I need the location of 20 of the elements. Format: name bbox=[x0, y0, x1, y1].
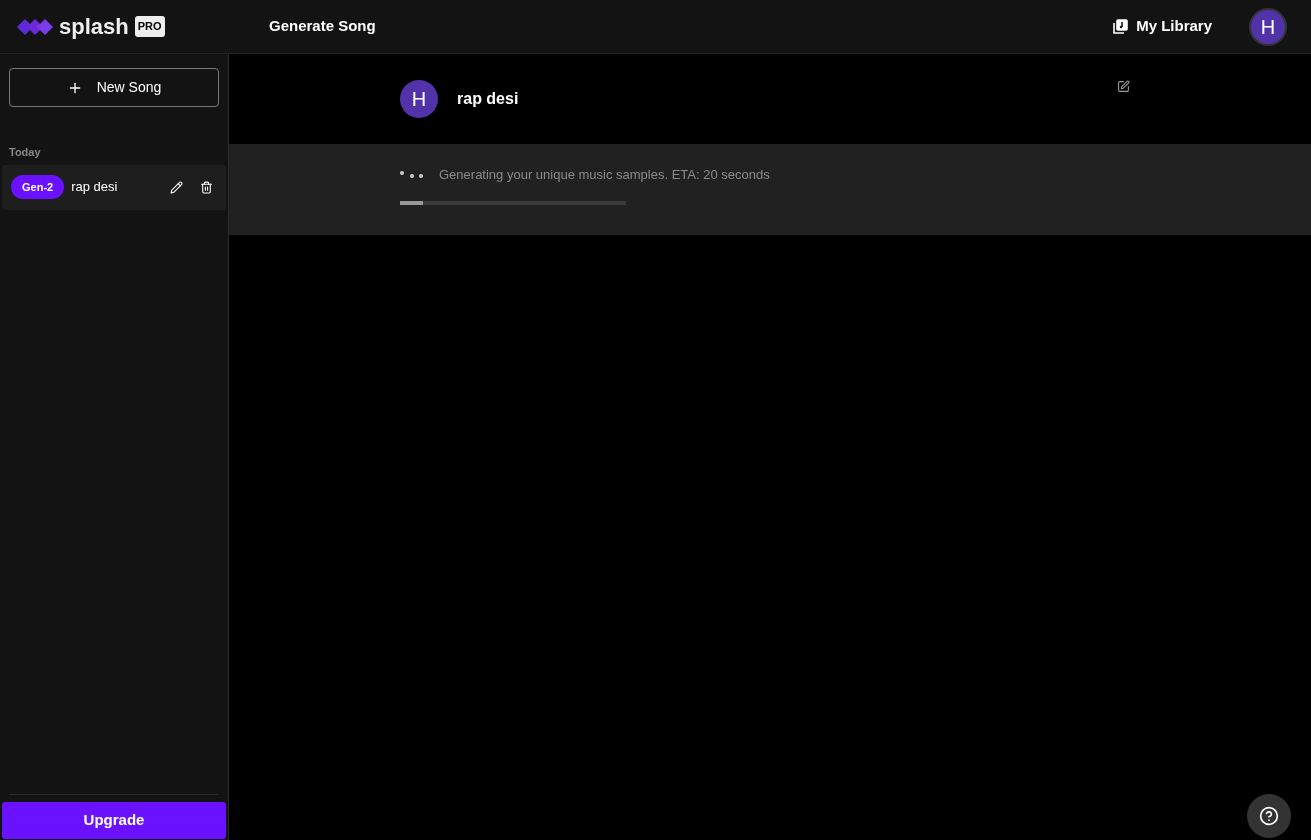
edit-icon[interactable] bbox=[1117, 80, 1130, 93]
upgrade-button[interactable]: Upgrade bbox=[2, 802, 226, 839]
user-avatar[interactable]: H bbox=[1249, 7, 1287, 46]
help-button[interactable] bbox=[1247, 794, 1291, 838]
brand-name: splash bbox=[59, 15, 129, 38]
song-heading: rap desi bbox=[457, 89, 520, 109]
logo-icon bbox=[17, 16, 53, 37]
section-label: Today bbox=[9, 145, 41, 160]
song-avatar: H bbox=[400, 80, 438, 118]
song-title: rap desi bbox=[71, 178, 119, 197]
progress-message: Generating your unique music samples. ETA: 20 seconds bbox=[439, 166, 770, 184]
music-library-icon bbox=[1112, 18, 1129, 35]
pro-badge: PRO bbox=[134, 16, 165, 37]
new-song-button[interactable]: New Song bbox=[9, 68, 219, 107]
delete-icon[interactable] bbox=[200, 180, 213, 194]
song-list-item[interactable]: Gen-2 rap desi bbox=[2, 164, 226, 210]
model-tag: Gen-2 bbox=[11, 174, 65, 200]
help-icon bbox=[1259, 806, 1279, 826]
page-title: Generate Song bbox=[269, 16, 376, 37]
library-link[interactable]: My Library bbox=[1112, 15, 1212, 38]
